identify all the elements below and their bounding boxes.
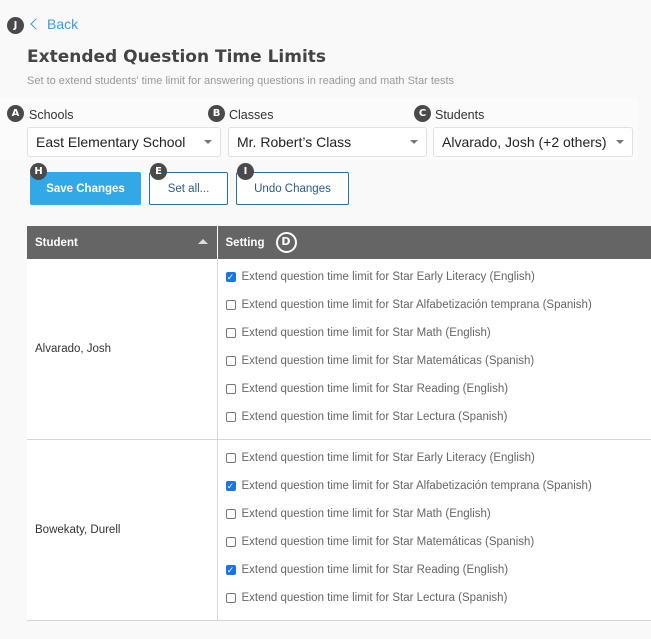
checkmark-icon: ✓ — [226, 480, 235, 491]
checkbox-checked[interactable]: ✓ — [225, 271, 236, 282]
setting-option-label: Extend question time limit for Star Math… — [241, 508, 491, 520]
setting-option[interactable]: Extend question time limit for Star Lect… — [225, 584, 651, 612]
checkbox-unchecked[interactable] — [225, 453, 236, 463]
setting-option[interactable]: Extend question time limit for Star Mate… — [225, 347, 651, 375]
schools-select[interactable]: East Elementary School — [27, 127, 221, 157]
checkbox-unchecked[interactable] — [225, 384, 236, 394]
student-name-cell: Alvarado, Josh — [27, 259, 218, 440]
checkbox-unchecked[interactable] — [225, 509, 236, 519]
setting-option-label: Extend question time limit for Star Mate… — [241, 355, 535, 367]
caret-down-icon — [204, 140, 212, 144]
column-header-setting-label: Setting — [225, 236, 265, 249]
checkbox-unchecked[interactable] — [225, 328, 236, 338]
caret-down-icon — [616, 140, 624, 144]
table-header-row: Student Setting D — [27, 226, 651, 259]
callout-marker-b: B — [208, 105, 225, 122]
table-row: Bowekaty, Durell Extend question time lim… — [27, 439, 651, 621]
setting-option[interactable]: Extend question time limit for Star Math… — [225, 319, 651, 347]
save-changes-button[interactable]: Save Changes — [30, 172, 141, 205]
callout-marker-e: E — [150, 163, 167, 180]
setting-option[interactable]: Extend question time limit for Star Read… — [225, 375, 651, 403]
checkbox-unchecked[interactable] — [225, 537, 236, 547]
checkbox-unchecked[interactable] — [225, 356, 236, 366]
undo-changes-button[interactable]: Undo Changes — [236, 172, 349, 205]
setting-option-label: Extend question time limit for Star Lect… — [241, 411, 508, 423]
callout-marker-i: I — [237, 163, 254, 180]
page-subtitle: Set to extend students' time limit for a… — [27, 75, 455, 87]
callout-marker-h: H — [30, 163, 47, 180]
checkbox-unchecked[interactable] — [225, 412, 236, 422]
sort-ascending-icon[interactable] — [197, 239, 208, 244]
setting-option[interactable]: Extend question time limit for Star Math… — [225, 500, 651, 528]
schools-select-value: East Elementary School — [36, 134, 186, 150]
back-link[interactable]: Back — [29, 16, 78, 32]
schools-label: Schools — [29, 108, 74, 122]
setting-option-label: Extend question time limit for Star Math… — [241, 327, 491, 339]
caret-down-icon — [410, 140, 418, 144]
setting-option[interactable]: ✓ Extend question time limit for Star Rea… — [225, 556, 651, 584]
checkmark-icon: ✓ — [226, 271, 235, 282]
setting-option[interactable]: ✓ Extend question time limit for Star Alf… — [225, 472, 651, 500]
setting-option-label: Extend question time limit for Star Alfa… — [241, 299, 592, 311]
classes-select[interactable]: Mr. Robert’s Class — [228, 127, 427, 157]
callout-marker-j: J — [7, 17, 24, 34]
students-select-value: Alvarado, Josh (+2 others) — [442, 134, 607, 150]
settings-cell: Extend question time limit for Star Earl… — [217, 439, 651, 621]
classes-label: Classes — [229, 108, 274, 122]
setting-option[interactable]: Extend question time limit for Star Lect… — [225, 403, 651, 431]
setting-option[interactable]: Extend question time limit for Star Earl… — [225, 444, 651, 472]
setting-option-label: Extend question time limit for Star Alfa… — [241, 480, 592, 492]
setting-option-label: Extend question time limit for Star Earl… — [241, 452, 535, 464]
setting-option-label: Extend question time limit for Star Earl… — [241, 271, 535, 283]
callout-marker-d: D — [275, 232, 297, 253]
setting-option-label: Extend question time limit for Star Read… — [241, 383, 509, 395]
callout-marker-a: A — [7, 105, 24, 122]
setting-option-label: Extend question time limit for Star Read… — [241, 564, 509, 576]
table-row: Alvarado, Josh ✓ Extend question time limi… — [27, 259, 651, 440]
checkbox-checked[interactable]: ✓ — [225, 564, 236, 575]
column-header-student[interactable]: Student — [27, 226, 218, 259]
classes-select-value: Mr. Robert’s Class — [237, 134, 352, 150]
page-title: Extended Question Time Limits — [27, 47, 327, 67]
setting-option[interactable]: Extend question time limit for Star Alfa… — [225, 291, 651, 319]
column-header-setting: Setting D — [217, 226, 651, 259]
chevron-left-icon — [30, 18, 42, 30]
setting-option-label: Extend question time limit for Star Lect… — [241, 592, 508, 604]
checkbox-unchecked[interactable] — [225, 300, 236, 310]
checkmark-icon: ✓ — [226, 564, 235, 575]
setting-option-label: Extend question time limit for Star Mate… — [241, 536, 535, 548]
students-settings-table: Student Setting D Alvarado, Josh ✓ Extend … — [27, 226, 651, 621]
students-label: Students — [435, 108, 485, 122]
settings-cell: ✓ Extend question time limit for Star Ear… — [217, 259, 651, 440]
student-name-cell: Bowekaty, Durell — [27, 439, 218, 621]
back-label: Back — [47, 16, 79, 32]
students-select[interactable]: Alvarado, Josh (+2 others) — [433, 127, 633, 157]
setting-option[interactable]: ✓ Extend question time limit for Star Ear… — [225, 263, 651, 291]
callout-marker-c: C — [414, 105, 431, 122]
setting-option[interactable]: Extend question time limit for Star Mate… — [225, 528, 651, 556]
checkbox-checked[interactable]: ✓ — [225, 480, 236, 491]
checkbox-unchecked[interactable] — [225, 593, 236, 603]
column-header-student-label: Student — [35, 236, 78, 249]
